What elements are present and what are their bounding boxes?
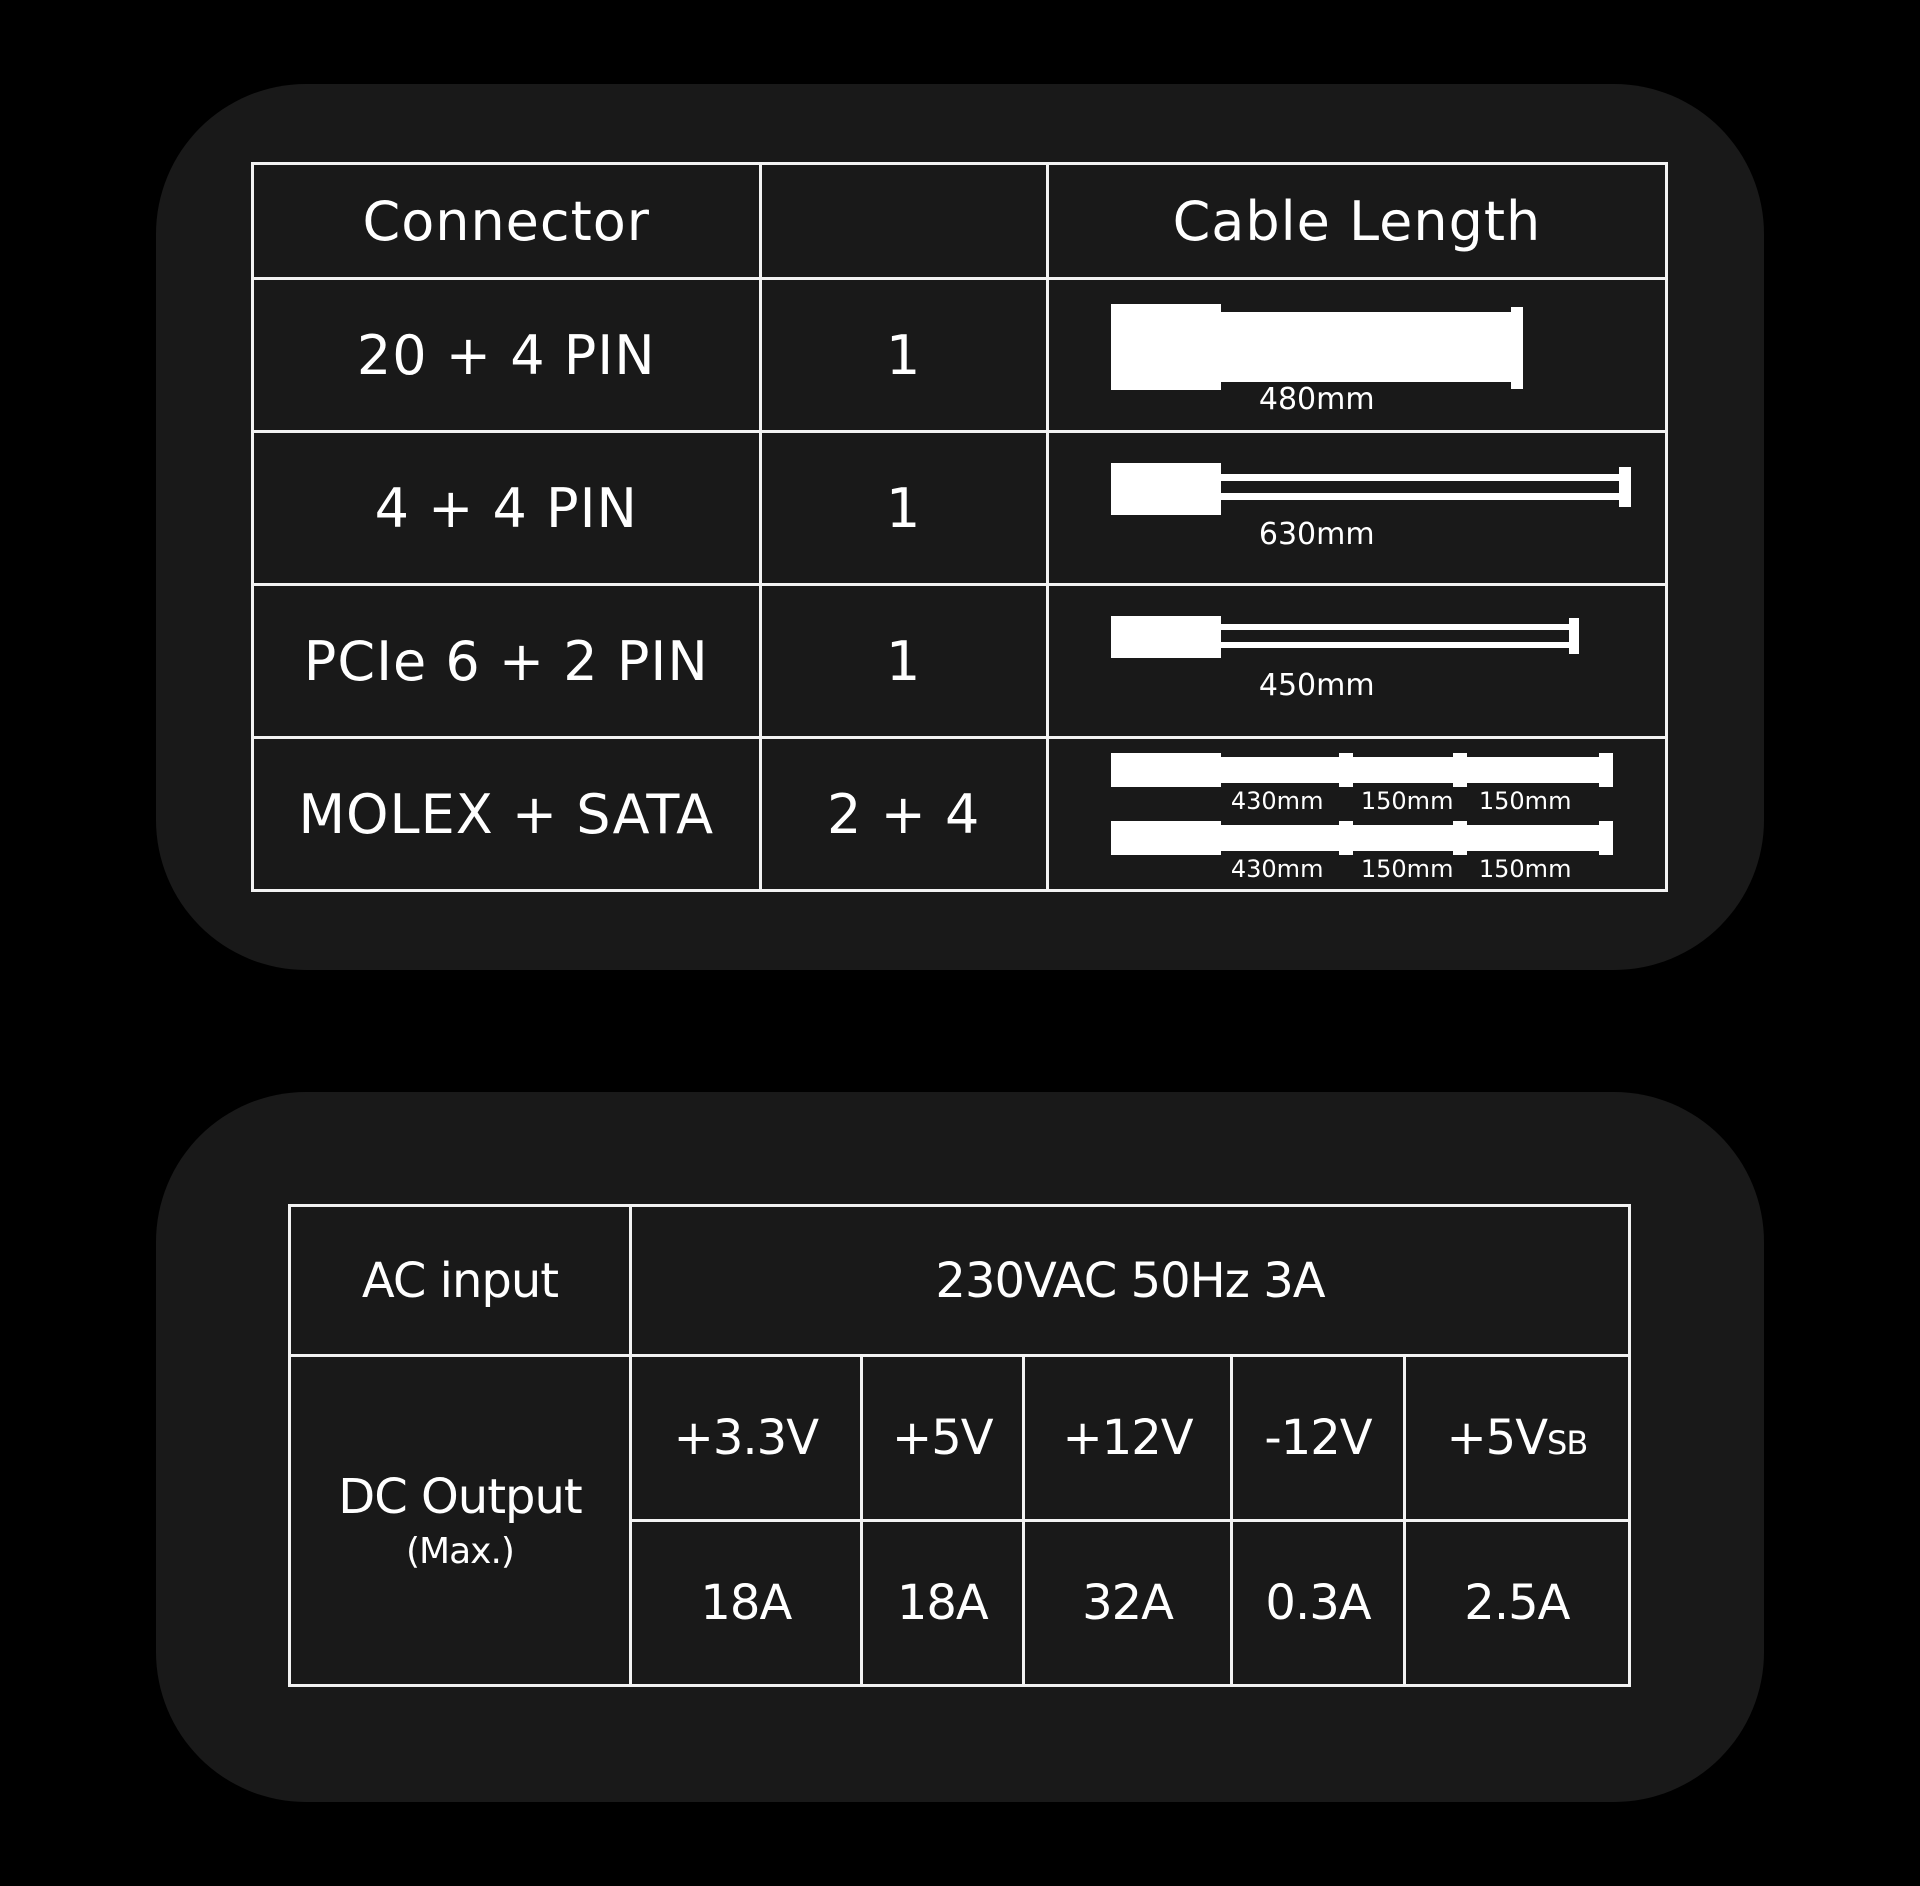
rail-current: 18A [629, 1519, 863, 1687]
connector-count: 2 + 4 [758, 736, 1049, 892]
sata-plug-icon [1452, 753, 1467, 787]
sata-plug-icon [1338, 753, 1353, 787]
table-row: PCIe 6 + 2 PIN 1 450mm [251, 583, 1669, 739]
cable-diagram: 430mm 150mm 150mm 430mm 150mm 150mm [1110, 749, 1665, 883]
header-connector: Connector [251, 162, 762, 280]
cable-wire-icon [1220, 642, 1571, 648]
cable-length-cell: 430mm 150mm 150mm 430mm 150mm 150mm [1045, 736, 1669, 892]
power-panel: AC input 230VAC 50Hz 3A DC Output (Max.)… [156, 1092, 1764, 1802]
connector-plug-icon [1110, 463, 1221, 515]
cable-wire-icon [1220, 493, 1621, 500]
connector-table: Connector Cable Length 20 + 4 PIN 1 480m… [251, 162, 1669, 892]
rail-current: 32A [1021, 1519, 1234, 1687]
rail-current: 0.3A [1230, 1519, 1406, 1687]
connector-name: 4 + 4 PIN [251, 430, 762, 586]
cable-wire-icon [1220, 474, 1621, 481]
sata-plug-icon [1338, 821, 1353, 855]
connector-plug-icon [1110, 616, 1221, 658]
connector-plug-icon [1110, 821, 1221, 855]
connector-plug-icon [1110, 753, 1221, 787]
cable-end-icon [1510, 307, 1523, 389]
rail-voltage: +5V [859, 1354, 1025, 1522]
header-cable-length: Cable Length [1045, 162, 1669, 280]
ac-input-value: 230VAC 50Hz 3A [629, 1204, 1631, 1357]
connector-name: MOLEX + SATA [251, 736, 762, 892]
table-header-row: Connector Cable Length [251, 162, 1669, 280]
cable-length-cell: 450mm [1045, 583, 1669, 739]
rail-current: 18A [859, 1519, 1025, 1687]
rail-voltage: -12V [1230, 1354, 1406, 1522]
cable-length-label: 150mm [1478, 855, 1572, 883]
connector-count: 1 [758, 583, 1049, 739]
ac-row: AC input 230VAC 50Hz 3A [288, 1204, 1631, 1357]
dc-output-label: DC Output [338, 1469, 582, 1525]
rail-voltage: +5V [1446, 1410, 1548, 1466]
connector-plug-icon [1110, 304, 1221, 390]
cable-length-label: 630mm [1258, 517, 1375, 552]
cable-wire-icon [1220, 312, 1511, 382]
connector-panel: Connector Cable Length 20 + 4 PIN 1 480m… [156, 84, 1764, 970]
cable-diagram: 450mm [1110, 606, 1665, 726]
connector-name: PCIe 6 + 2 PIN [251, 583, 762, 739]
table-row: 20 + 4 PIN 1 480mm [251, 277, 1669, 433]
cable-length-label: 480mm [1258, 382, 1375, 417]
cable-wire-icon [1220, 624, 1571, 630]
rail-voltage: +12V [1021, 1354, 1234, 1522]
cable-length-cell: 480mm [1045, 277, 1669, 433]
cable-length-label: 150mm [1360, 855, 1454, 883]
cable-end-icon [1598, 821, 1613, 855]
cable-length-label: 450mm [1258, 668, 1375, 703]
dc-output-sublabel: (Max.) [406, 1531, 515, 1572]
connector-count: 1 [758, 277, 1049, 433]
cable-length-label: 150mm [1478, 787, 1572, 815]
table-row: MOLEX + SATA 2 + 4 430mm 150mm 150mm 430… [251, 736, 1669, 892]
rail-voltage-sub: SB [1547, 1424, 1588, 1462]
cable-diagram: 630mm [1110, 453, 1665, 573]
connector-count: 1 [758, 430, 1049, 586]
cable-end-icon [1568, 618, 1579, 654]
dc-output-label-cell: DC Output (Max.) [288, 1354, 632, 1687]
cable-wire-icon [1220, 825, 1611, 851]
cable-length-label: 430mm [1230, 855, 1324, 883]
cable-diagram: 480mm [1110, 300, 1665, 420]
connector-name: 20 + 4 PIN [251, 277, 762, 433]
cable-wire-icon [1220, 757, 1611, 783]
cable-end-icon [1618, 467, 1631, 507]
table-row: 4 + 4 PIN 1 630mm [251, 430, 1669, 586]
ac-input-label: AC input [288, 1204, 632, 1357]
cable-length-label: 150mm [1360, 787, 1454, 815]
dc-voltage-row: DC Output (Max.) +3.3V +5V +12V -12V +5V… [288, 1354, 1632, 1687]
rail-voltage-cell: +5VSB [1402, 1354, 1632, 1522]
rail-voltage: +3.3V [629, 1354, 863, 1522]
sata-plug-icon [1452, 821, 1467, 855]
cable-length-cell: 630mm [1045, 430, 1669, 586]
power-table: AC input 230VAC 50Hz 3A DC Output (Max.)… [288, 1204, 1632, 1687]
cable-end-icon [1598, 753, 1613, 787]
header-count [758, 162, 1049, 280]
rail-current: 2.5A [1402, 1519, 1632, 1687]
cable-length-label: 430mm [1230, 787, 1324, 815]
